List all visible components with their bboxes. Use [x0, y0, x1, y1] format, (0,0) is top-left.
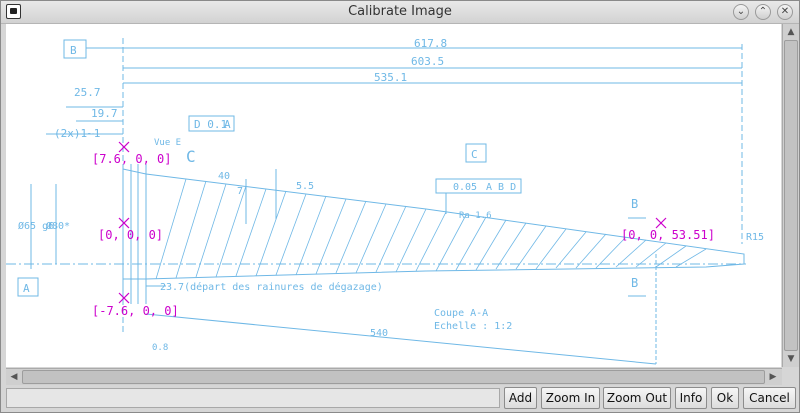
- letter-c: C: [186, 147, 196, 166]
- dim-535: 535.1: [374, 71, 407, 84]
- marker-2-label: [0, 0, 0]: [98, 228, 163, 242]
- scroll-up-arrow[interactable]: ▲: [784, 25, 798, 39]
- technical-drawing[interactable]: B A C 617.8 603.5 535.1 25.7 19.7 (2x)1~…: [6, 24, 781, 367]
- dim-2x1: (2x)1~1: [54, 127, 100, 140]
- title-bar[interactable]: Calibrate Image ⌄ ⌃ ✕: [1, 1, 799, 24]
- dim-r15: R15: [746, 232, 764, 243]
- tol-005-refs: A B D: [486, 182, 516, 193]
- add-button[interactable]: Add: [504, 387, 537, 409]
- dim-0-8: 0.8: [152, 343, 168, 353]
- minimize-button[interactable]: ⌄: [733, 4, 749, 20]
- dim-603: 603.5: [411, 55, 444, 68]
- zoom-out-button[interactable]: Zoom Out: [603, 387, 671, 409]
- close-button[interactable]: ✕: [777, 4, 793, 20]
- section-b-bottom: B: [631, 276, 638, 290]
- section-b-top: B: [631, 197, 638, 211]
- section-scale: Echelle : 1:2: [434, 321, 512, 332]
- zoom-in-button[interactable]: Zoom In: [541, 387, 600, 409]
- dim-540: 540: [370, 328, 388, 339]
- dim-19: 19.7: [91, 107, 118, 120]
- dim-25: 25.7: [74, 86, 101, 99]
- scroll-down-arrow[interactable]: ▼: [784, 352, 798, 366]
- vue-e: Vue E: [154, 138, 181, 148]
- note-depart: 23.7(départ des rainures de dégazage): [160, 281, 383, 293]
- image-canvas[interactable]: B A C 617.8 603.5 535.1 25.7 19.7 (2x)1~…: [6, 24, 781, 367]
- marker-1-label: [7.6, 0, 0]: [92, 152, 171, 166]
- horizontal-scrollbar[interactable]: ◀ ▶: [6, 368, 782, 385]
- drawing-box-a: A: [23, 282, 30, 295]
- ok-button[interactable]: Ok: [711, 387, 739, 409]
- info-button[interactable]: Info: [675, 387, 707, 409]
- tol-d01: D 0.1: [194, 118, 227, 131]
- dim-617: 617.8: [414, 37, 447, 50]
- vertical-scrollbar[interactable]: ▲ ▼: [782, 24, 799, 367]
- roughness-ra: Ra 1.6: [459, 211, 492, 221]
- status-bar: [6, 388, 500, 408]
- scroll-left-arrow[interactable]: ◀: [7, 370, 21, 384]
- horizontal-scroll-thumb[interactable]: [22, 370, 765, 384]
- drawing-box-c: C: [471, 148, 478, 161]
- marker-4-label: [0, 0, 53.51]: [621, 228, 715, 242]
- dim-40: 40: [218, 171, 230, 182]
- window-title: Calibrate Image: [348, 4, 452, 19]
- maximize-button[interactable]: ⌃: [755, 4, 771, 20]
- tol-005: 0.05: [453, 182, 477, 193]
- dim-5-5: 5.5: [296, 181, 314, 192]
- drawing-box-b: B: [70, 44, 77, 57]
- dim-phi-80: Ø80*: [46, 220, 70, 232]
- tol-d01-ref: A: [224, 118, 231, 131]
- section-title: Coupe A-A: [434, 308, 488, 319]
- calibrate-image-window: Calibrate Image ⌄ ⌃ ✕ B A C 617.8 603.5 …: [0, 0, 800, 413]
- scroll-right-arrow[interactable]: ▶: [766, 370, 780, 384]
- vertical-scroll-thumb[interactable]: [784, 40, 798, 351]
- marker-3-label: [-7.6, 0, 0]: [92, 304, 179, 318]
- dim-7: 7: [237, 186, 243, 197]
- cancel-button[interactable]: Cancel: [743, 387, 796, 409]
